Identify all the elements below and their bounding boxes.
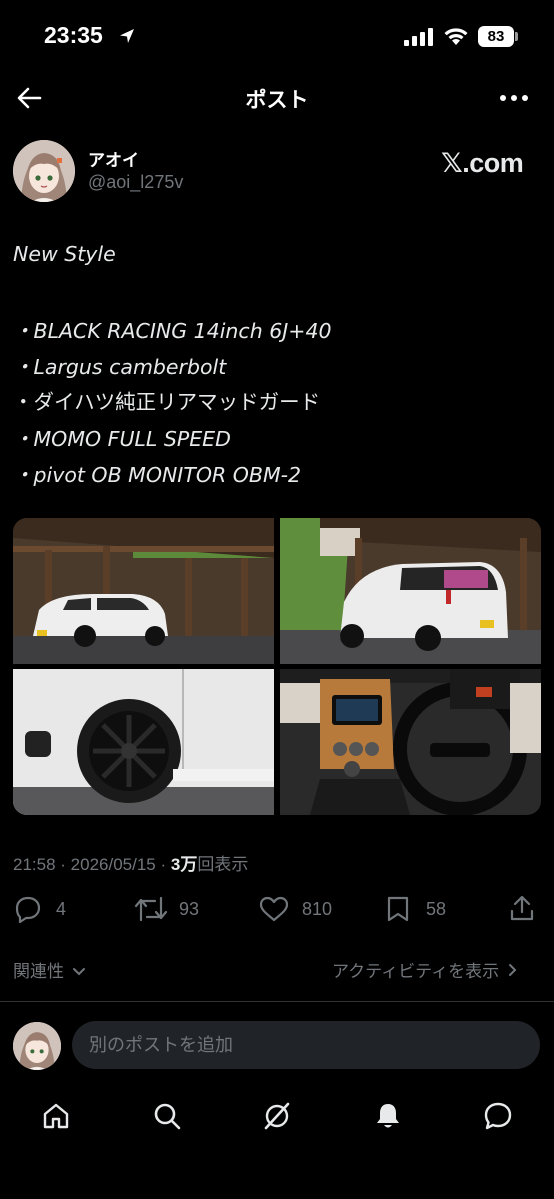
post-image-3[interactable] [13,669,274,815]
author-avatar[interactable] [13,140,75,202]
post-line: ・ダイハツ純正リアマッドガード [13,390,321,414]
relevance-label: 関連性 [13,962,64,981]
cellular-signal-icon [404,28,433,46]
chevron-down-icon [72,968,85,976]
like-icon[interactable] [259,896,289,922]
notifications-icon[interactable] [373,1101,403,1131]
battery-indicator: 83 [478,26,514,47]
post-date: 2026/05/15 [70,855,156,874]
grok-icon[interactable] [262,1101,292,1131]
post-line: ・BLACK RACING 14inch 6J+40 [13,319,332,343]
battery-nub [515,32,518,41]
location-arrow-icon [120,29,134,43]
views-label: 回表示 [197,855,249,874]
author-name[interactable]: アオイ [88,146,139,171]
reply-count: 4 [56,899,67,919]
post-image-1[interactable] [13,518,274,664]
wifi-icon [444,28,468,45]
relevance-sort[interactable]: 関連性 [13,957,86,982]
user-avatar[interactable] [13,1022,61,1070]
post-line: ・pivot OB MONITOR OBM-2 [13,463,302,487]
post-image-4[interactable] [280,669,541,815]
post-time: 21:58 [13,855,56,874]
post-line: ・Largus camberbolt [13,355,227,379]
post-image-2[interactable] [280,518,541,664]
view-count: 3万 [170,855,198,874]
repost-icon[interactable] [134,896,168,922]
author-handle[interactable]: @aoi_l275v [88,172,183,193]
status-time: 23:35 [44,22,103,48]
bookmark-count: 58 [426,899,447,919]
share-icon[interactable] [509,894,535,922]
like-count: 810 [302,899,333,919]
home-icon[interactable] [41,1101,71,1131]
messages-icon[interactable] [483,1101,513,1131]
source-badge: 𝕏.com [441,148,524,178]
more-options-icon[interactable] [499,94,529,102]
reply-input[interactable]: 別のポストを追加 [72,1021,540,1069]
search-icon[interactable] [152,1101,182,1131]
post-timestamp: 21:58 · 2026/05/15 · 3万回表示 [13,855,249,874]
chevron-right-icon [508,964,517,976]
bookmark-icon[interactable] [386,895,410,923]
reply-icon[interactable] [14,895,42,923]
post-line: ・MOMO FULL SPEED [13,427,231,451]
view-activity-link[interactable]: アクティビティを表示 [332,957,518,982]
repost-count: 93 [179,899,200,919]
divider [0,1001,554,1002]
page-title: ポスト [245,89,309,112]
activity-label: アクティビティを表示 [332,962,500,981]
post-line: New Style [13,242,116,266]
